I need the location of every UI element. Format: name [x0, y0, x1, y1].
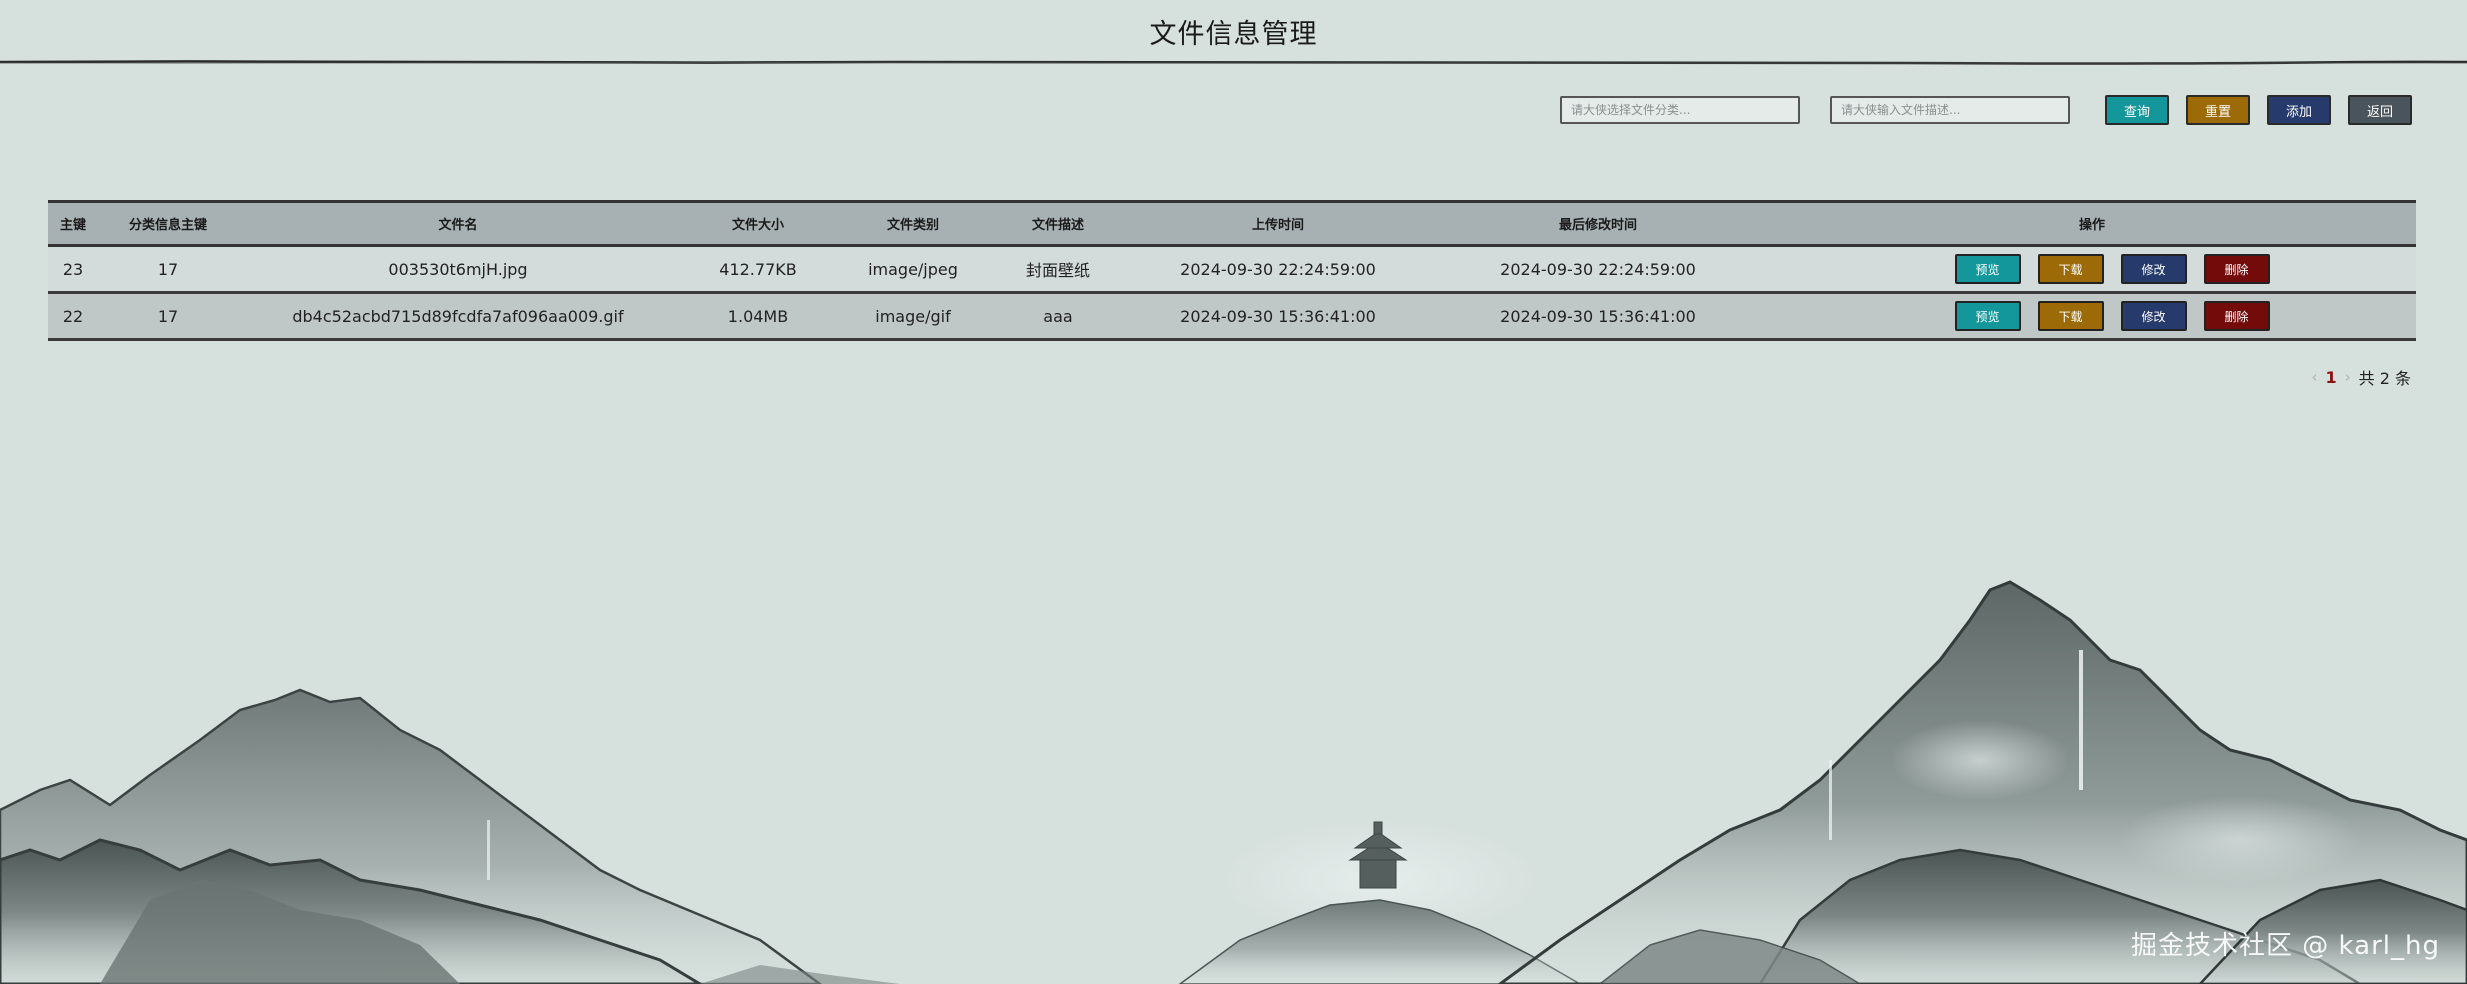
page-number-current[interactable]: 1 [2326, 368, 2337, 387]
cell-upload-time: 2024-09-30 15:36:41:00 [1180, 306, 1376, 326]
title-bar: 文件信息管理 [0, 0, 2467, 65]
download-button[interactable]: 下载 [2037, 254, 2104, 284]
chevron-left-icon[interactable]: ‹ [2312, 368, 2318, 386]
cell-modified-time: 2024-09-30 22:24:59:00 [1500, 259, 1696, 279]
preview-button[interactable]: 预览 [1954, 254, 2021, 284]
edit-button[interactable]: 修改 [2120, 301, 2187, 331]
cell-file-size: 412.77KB [719, 259, 797, 279]
chevron-right-icon[interactable]: › [2345, 368, 2351, 386]
cell-id: 23 [62, 259, 84, 279]
download-button[interactable]: 下载 [2037, 301, 2104, 331]
column-header-file-desc: 文件描述 [1031, 218, 1084, 233]
delete-button[interactable]: 删除 [2203, 301, 2270, 331]
column-header-modified-time: 最后修改时间 [1558, 218, 1637, 233]
table-header-row: 主键 分类信息主键 文件名 文件大小 文件类别 文件描述 上传时间 最后修改时间… [48, 201, 2416, 246]
cell-file-type: image/gif [875, 306, 951, 326]
add-button[interactable]: 添加 [2267, 95, 2331, 125]
column-header-file-type: 文件类别 [886, 218, 939, 233]
watermark: 掘金技术社区 @ karl_hg [2131, 931, 2440, 961]
query-button[interactable]: 查询 [2105, 95, 2169, 125]
cell-file-name: db4c52acbd715d89fcdfa7af096aa009.gif [292, 306, 624, 326]
category-select-input[interactable] [1560, 96, 1800, 124]
page-title: 文件信息管理 [1149, 19, 1318, 50]
cell-file-desc: aaa [1043, 306, 1073, 326]
cell-category-id: 17 [157, 306, 179, 326]
ink-mountain-landscape [0, 580, 2467, 984]
cell-category-id: 17 [157, 259, 179, 279]
delete-button[interactable]: 删除 [2203, 254, 2270, 284]
column-header-actions: 操作 [2078, 218, 2105, 233]
description-search-input[interactable] [1830, 96, 2070, 124]
cell-id: 22 [62, 306, 84, 326]
column-header-upload-time: 上传时间 [1251, 218, 1304, 233]
preview-button[interactable]: 预览 [1954, 301, 2021, 331]
cell-actions: 预览 下载 修改 删除 [1768, 246, 2416, 293]
cell-modified-time: 2024-09-30 15:36:41:00 [1500, 306, 1696, 326]
back-button[interactable]: 返回 [2348, 95, 2412, 125]
column-header-file-name: 文件名 [438, 218, 478, 233]
file-table-container: 主键 分类信息主键 文件名 文件大小 文件类别 文件描述 上传时间 最后修改时间… [48, 200, 2416, 341]
column-header-file-size: 文件大小 [731, 218, 784, 233]
cell-file-name: 003530t6mjH.jpg [388, 259, 528, 279]
pagination: ‹ 1 › 共 2 条 [2312, 365, 2412, 389]
row-actions: 预览 下载 修改 删除 [1768, 254, 2416, 284]
row-actions: 预览 下载 修改 删除 [1768, 301, 2416, 331]
edit-button[interactable]: 修改 [2120, 254, 2187, 284]
page: 文件信息管理 查询 重置 添加 返回 [0, 0, 2467, 984]
cell-file-desc: 封面壁纸 [1025, 261, 1090, 280]
column-header-id: 主键 [59, 218, 86, 233]
total-count: 共 2 条 [2358, 369, 2411, 388]
title-divider [0, 59, 2467, 65]
file-table: 主键 分类信息主键 文件名 文件大小 文件类别 文件描述 上传时间 最后修改时间… [48, 200, 2416, 341]
cell-upload-time: 2024-09-30 22:24:59:00 [1180, 259, 1376, 279]
reset-button[interactable]: 重置 [2186, 95, 2250, 125]
cell-file-type: image/jpeg [868, 259, 958, 279]
cell-actions: 预览 下载 修改 删除 [1768, 293, 2416, 340]
column-header-category-id: 分类信息主键 [128, 218, 207, 233]
table-row: 22 17 db4c52acbd715d89fcdfa7af096aa009.g… [48, 292, 2416, 340]
cell-file-size: 1.04MB [727, 306, 789, 326]
toolbar: 查询 重置 添加 返回 [1560, 93, 2412, 127]
table-row: 23 17 003530t6mjH.jpg 412.77KB image/jpe… [48, 245, 2416, 293]
